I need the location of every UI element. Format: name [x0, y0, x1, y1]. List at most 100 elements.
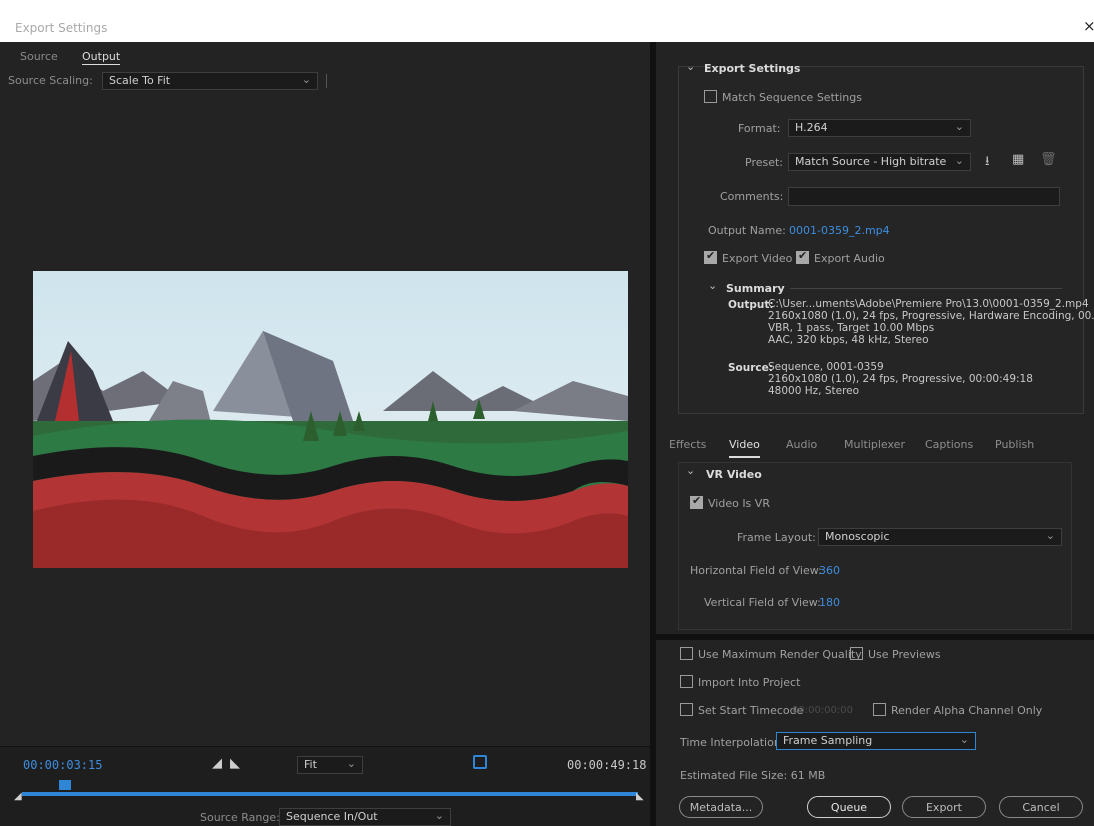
use-previews-label: Use Previews: [868, 648, 941, 661]
timeline-track[interactable]: [22, 792, 638, 796]
source-summary-label: Source:: [728, 362, 773, 374]
checkbox-icon: [873, 703, 886, 716]
checkbox-icon: [680, 647, 693, 660]
section-divider: [656, 634, 1094, 640]
comments-label: Comments:: [720, 190, 784, 203]
format-value: H.264: [795, 121, 828, 134]
max-render-checkbox[interactable]: Use Maximum Render Quality: [680, 647, 862, 661]
source-range-label: Source Range:: [200, 811, 280, 824]
source-scaling-dropdown[interactable]: Scale To Fit ⌄: [102, 72, 318, 90]
zoom-dropdown[interactable]: Fit ⌄: [297, 756, 363, 774]
source-summary-line-3: 48000 Hz, Stereo: [768, 385, 860, 397]
render-alpha-label: Render Alpha Channel Only: [891, 704, 1043, 717]
aspect-correction-icon[interactable]: [473, 755, 487, 769]
tab-captions[interactable]: Captions: [925, 438, 973, 451]
playhead-handle[interactable]: [59, 780, 72, 790]
chevron-down-icon[interactable]: ⌄: [686, 464, 695, 477]
chevron-down-icon: ⌄: [346, 757, 356, 770]
import-preset-icon[interactable]: ▦: [1012, 152, 1024, 167]
tab-output[interactable]: Output: [82, 50, 121, 65]
import-project-checkbox[interactable]: Import Into Project: [680, 675, 800, 689]
chevron-down-icon[interactable]: ⌄: [686, 60, 695, 73]
export-settings-header: Export Settings: [704, 62, 801, 75]
format-dropdown[interactable]: H.264 ⌄: [788, 119, 971, 137]
output-summary-line-1: C:\User...uments\Adobe\Premiere Pro\13.0…: [768, 298, 1089, 310]
export-button[interactable]: Export: [902, 796, 986, 818]
tab-audio[interactable]: Audio: [786, 438, 817, 451]
close-icon[interactable]: ×: [1083, 17, 1094, 35]
checkbox-icon: [704, 90, 717, 103]
start-timecode-checkbox[interactable]: Set Start Timecode: [680, 703, 803, 717]
time-interpolation-dropdown[interactable]: Frame Sampling ⌄: [776, 732, 976, 750]
source-scaling-value: Scale To Fit: [109, 74, 171, 87]
set-in-point-icon[interactable]: ◢: [212, 756, 222, 771]
hfov-value[interactable]: 360: [819, 564, 840, 577]
preset-label: Preset:: [745, 156, 784, 169]
frame-layout-dropdown[interactable]: Monoscopic ⌄: [818, 528, 1062, 546]
tab-multiplexer[interactable]: Multiplexer: [844, 438, 905, 451]
chevron-down-icon: ⌄: [954, 120, 964, 133]
import-project-label: Import Into Project: [698, 676, 801, 689]
source-range-dropdown[interactable]: Sequence In/Out ⌄: [279, 808, 451, 826]
chevron-down-icon: ⌄: [301, 73, 311, 86]
chevron-down-icon: ⌄: [1045, 529, 1055, 542]
output-summary-line-4: AAC, 320 kbps, 48 kHz, Stereo: [768, 334, 929, 346]
export-audio-label: Export Audio: [814, 252, 885, 265]
cancel-button[interactable]: Cancel: [999, 796, 1083, 818]
output-summary-line-3: VBR, 1 pass, Target 10.00 Mbps: [768, 322, 935, 334]
in-marker-icon[interactable]: ◢: [14, 791, 22, 802]
preset-value: Match Source - High bitrate: [795, 155, 947, 168]
export-video-label: Export Video: [722, 252, 793, 265]
frame-layout-value: Monoscopic: [825, 530, 890, 543]
save-preset-icon[interactable]: ⭳: [985, 152, 990, 174]
preview-scene: [33, 271, 628, 568]
checkbox-checked-icon: [796, 249, 809, 264]
match-sequence-checkbox[interactable]: Match Sequence Settings: [704, 90, 862, 104]
source-summary-line-1: Sequence, 0001-0359: [768, 361, 884, 373]
video-is-vr-checkbox[interactable]: Video Is VR: [690, 494, 770, 510]
output-name-link[interactable]: 0001-0359_2.mp4: [789, 224, 890, 237]
use-previews-checkbox[interactable]: Use Previews: [850, 647, 941, 661]
vr-video-header: VR Video: [706, 468, 762, 481]
comments-input[interactable]: [788, 187, 1060, 206]
start-timecode-label: Set Start Timecode: [698, 704, 804, 717]
checkbox-icon: [680, 703, 693, 716]
output-summary-line-2: 2160x1080 (1.0), 24 fps, Progressive, Ha…: [768, 310, 1094, 322]
tab-effects[interactable]: Effects: [669, 438, 706, 451]
tab-source[interactable]: Source: [20, 50, 58, 63]
preset-dropdown[interactable]: Match Source - High bitrate ⌄: [788, 153, 971, 171]
match-sequence-label: Match Sequence Settings: [722, 91, 862, 104]
hfov-label: Horizontal Field of View:: [690, 564, 822, 577]
source-range-value: Sequence In/Out: [286, 810, 378, 823]
metadata-button[interactable]: Metadata...: [679, 796, 763, 818]
export-audio-checkbox[interactable]: Export Audio: [796, 249, 885, 265]
checkbox-checked-icon: [704, 249, 717, 264]
set-out-point-icon[interactable]: ◣: [230, 756, 240, 771]
chevron-down-icon: ⌄: [959, 733, 969, 746]
max-render-label: Use Maximum Render Quality: [698, 648, 862, 661]
checkbox-icon: [850, 647, 863, 660]
frame-layout-label: Frame Layout:: [737, 531, 816, 544]
summary-header: Summary: [726, 282, 785, 295]
checkbox-icon: [680, 675, 693, 688]
current-timecode[interactable]: 00:00:03:15: [23, 758, 102, 772]
chevron-down-icon: ⌄: [434, 809, 444, 822]
vfov-value[interactable]: 180: [819, 596, 840, 609]
out-marker-icon[interactable]: ◣: [636, 791, 644, 802]
tab-publish[interactable]: Publish: [995, 438, 1034, 451]
window-title: Export Settings: [15, 21, 108, 35]
file-size-text: Estimated File Size: 61 MB: [680, 769, 826, 782]
summary-divider: [790, 288, 1062, 289]
queue-button[interactable]: Queue: [807, 796, 891, 818]
end-timecode: 00:00:49:18: [567, 758, 647, 772]
delete-preset-icon[interactable]: 🗑: [1040, 152, 1057, 167]
checkbox-checked-icon: [690, 494, 703, 509]
source-scaling-label: Source Scaling:: [8, 74, 93, 87]
export-video-checkbox[interactable]: Export Video: [704, 249, 793, 265]
chevron-down-icon[interactable]: ⌄: [708, 279, 717, 292]
tab-video[interactable]: Video: [729, 438, 760, 458]
render-alpha-checkbox[interactable]: Render Alpha Channel Only: [873, 703, 1042, 717]
divider: [326, 74, 327, 88]
video-preview: [33, 271, 628, 568]
format-label: Format:: [738, 122, 781, 135]
